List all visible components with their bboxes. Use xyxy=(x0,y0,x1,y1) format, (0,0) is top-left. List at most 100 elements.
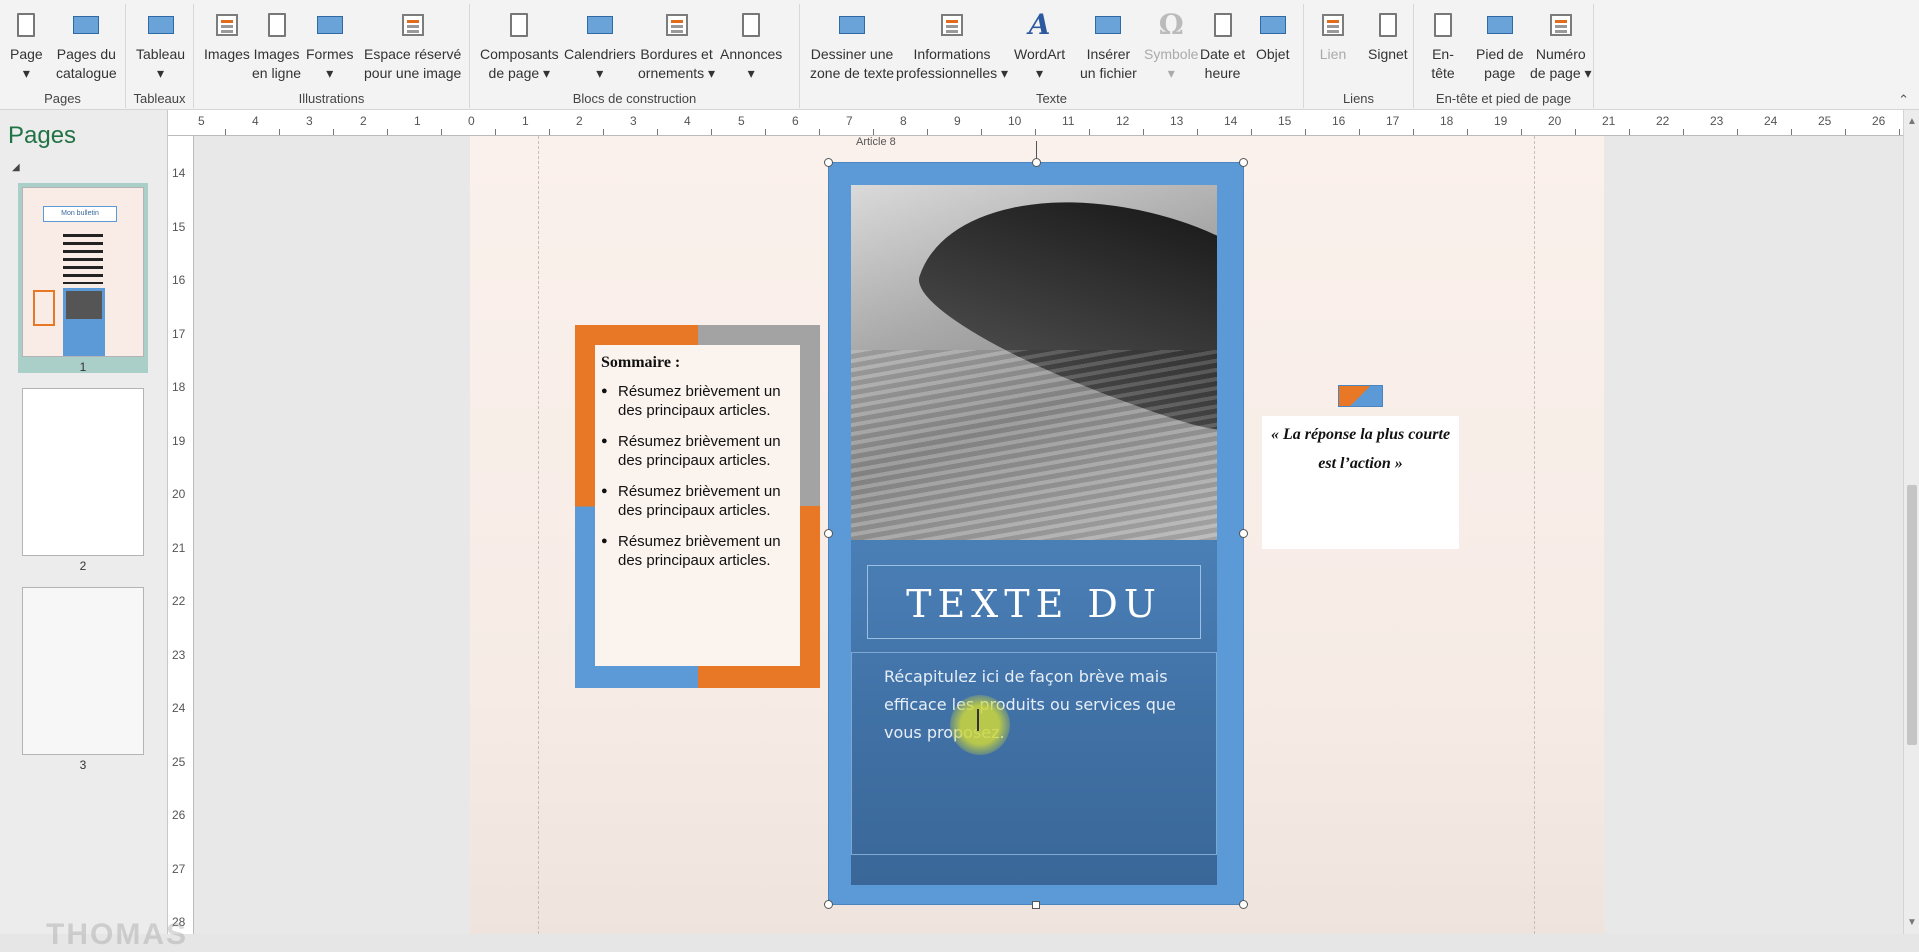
desert-dune-photo[interactable] xyxy=(851,185,1217,540)
scroll-up-icon[interactable]: ▲ xyxy=(1907,116,1917,127)
online-images-button[interactable]: Images en ligne xyxy=(252,10,301,83)
images-button[interactable]: Images xyxy=(204,10,250,64)
resize-handle[interactable] xyxy=(1032,901,1040,909)
article-title-box[interactable]: TEXTE DU xyxy=(867,565,1201,639)
scroll-down-icon[interactable]: ▼ xyxy=(1907,917,1917,928)
ads-icon xyxy=(736,10,766,40)
thumb-text-lines xyxy=(63,234,103,284)
ruler-tick-label: 18 xyxy=(1440,114,1454,128)
link-icon xyxy=(1318,10,1348,40)
pages-panel: Pages ◢ Mon bulletin 1 2 3 xyxy=(0,110,168,934)
ruler-tick-label: 16 xyxy=(172,273,186,287)
ruler-tick xyxy=(819,129,820,135)
borders-icon xyxy=(662,10,692,40)
ribbon-button-label: Images xyxy=(204,46,250,62)
resize-handle[interactable] xyxy=(824,529,833,538)
summary-sidebar[interactable]: Sommaire : Résumez brièvement un des pri… xyxy=(595,345,800,666)
ribbon-button-sublabel: de page ▾ xyxy=(1530,65,1592,81)
resize-handle[interactable] xyxy=(824,900,833,909)
ruler-tick xyxy=(1467,129,1468,135)
text-box-button[interactable]: Dessiner une zone de texte xyxy=(810,10,894,83)
symbol-button[interactable]: Ω Symbole ▾ xyxy=(1144,10,1198,83)
page-thumb-2[interactable] xyxy=(22,388,144,556)
business-info-button[interactable]: Informations professionnelles ▾ xyxy=(896,10,1008,83)
ruler-tick-label: 23 xyxy=(1710,114,1724,128)
page-button[interactable]: Page ▾ xyxy=(10,10,43,83)
link-button[interactable]: Lien xyxy=(1318,10,1348,64)
page-thumb-1[interactable]: Mon bulletin xyxy=(22,187,144,357)
ruler-tick-label: 14 xyxy=(172,166,186,180)
ruler-tick xyxy=(1737,129,1738,135)
bookmark-button[interactable]: Signet xyxy=(1368,10,1408,64)
collapse-triangle-icon[interactable]: ◢ xyxy=(12,162,20,173)
ruler-tick xyxy=(1899,129,1900,135)
summary-item: Résumez brièvement un des principaux art… xyxy=(601,382,794,420)
watermark: THOMAS xyxy=(46,918,188,951)
ribbon-button-label: Numéro xyxy=(1535,46,1586,62)
resize-handle[interactable] xyxy=(1239,158,1248,167)
ribbon-button-sublabel: ▾ xyxy=(1167,65,1175,81)
ribbon-button-sublabel: ▾ xyxy=(326,65,334,81)
summary-sidebar-frame[interactable]: Sommaire : Résumez brièvement un des pri… xyxy=(575,325,820,688)
collapse-ribbon-icon[interactable]: ⌃ xyxy=(1898,92,1909,108)
ruler-tick-label: 15 xyxy=(1278,114,1292,128)
header-button[interactable]: En-tête xyxy=(1428,10,1458,83)
resize-handle[interactable] xyxy=(1032,158,1041,167)
page-parts-icon xyxy=(504,10,534,40)
image-placeholder-button[interactable]: Espace réservé pour une image xyxy=(364,10,461,83)
ribbon-button-sublabel: pour une image xyxy=(364,65,462,81)
ribbon-button-label: Informations xyxy=(913,46,991,62)
thumb-article xyxy=(63,288,105,356)
insert-file-button[interactable]: Insérer un fichier xyxy=(1080,10,1137,83)
shapes-button[interactable]: Formes ▾ xyxy=(306,10,353,83)
ruler-tick xyxy=(711,129,712,135)
resize-handle[interactable] xyxy=(1239,900,1248,909)
catalog-pages-button[interactable]: Pages du catalogue xyxy=(56,10,117,83)
ruler-tick-label: 5 xyxy=(738,114,745,128)
page-number-button[interactable]: Numéro de page ▾ xyxy=(1530,10,1592,83)
ruler-tick xyxy=(1143,129,1144,135)
resize-handle[interactable] xyxy=(1239,529,1248,538)
date-time-button[interactable]: Date et heure xyxy=(1200,10,1245,83)
ribbon-button-sublabel: catalogue xyxy=(56,65,117,81)
resize-handle[interactable] xyxy=(824,158,833,167)
ruler-tick xyxy=(225,129,226,135)
thumb-title: Mon bulletin xyxy=(43,206,117,222)
ads-button[interactable]: Annonces ▾ xyxy=(720,10,782,83)
ribbon-group-label: Tableaux xyxy=(133,91,186,106)
shapes-icon xyxy=(315,10,345,40)
borders-button[interactable]: Bordures et ornements ▾ xyxy=(638,10,715,83)
page-number-icon xyxy=(1546,10,1576,40)
article-body-textbox[interactable]: Récapitulez ici de façon brève mais effi… xyxy=(851,652,1217,855)
pages-panel-title: Pages xyxy=(8,122,77,149)
text-box-icon xyxy=(837,10,867,40)
page-number-3: 3 xyxy=(79,758,87,772)
calendar-button[interactable]: Calendriers ▾ xyxy=(564,10,636,83)
ribbon-button-sublabel: ▾ xyxy=(1036,65,1044,81)
scroll-thumb[interactable] xyxy=(1907,485,1917,745)
header-icon xyxy=(1428,10,1458,40)
pull-quote-box[interactable]: « La réponse la plus courte est l’action… xyxy=(1262,416,1459,549)
horizontal-ruler[interactable]: 5 4 3 2 1 0 1 2 3 4 5 6 7 8 9 10 11 12 13 14 15 16 17 18 19 20 21 2… xyxy=(168,110,1903,136)
vertical-scrollbar[interactable]: ▲ ▼ xyxy=(1903,110,1919,934)
page-parts-button[interactable]: Composants de page ▾ xyxy=(480,10,559,83)
vertical-ruler[interactable]: 14 15 16 17 18 19 20 21 22 23 24 25 26 27 28 xyxy=(168,136,194,934)
article-block[interactable]: TEXTE DU Récapitulez ici de façon brève … xyxy=(824,141,1248,909)
ruler-tick-label: 27 xyxy=(172,861,186,876)
ruler-tick-label: 2 xyxy=(576,114,583,128)
ribbon-button-label: Insérer xyxy=(1086,46,1131,62)
symbol-icon: Ω xyxy=(1158,8,1184,41)
ruler-tick-label: 20 xyxy=(1548,114,1562,128)
ribbon-group-3: Composants de page ▾ Calendriers ▾ Bordures … xyxy=(470,4,800,108)
table-button[interactable]: Tableau ▾ xyxy=(136,10,185,83)
summary-item: Résumez brièvement un des principaux art… xyxy=(601,532,794,570)
page-thumb-3[interactable] xyxy=(22,587,144,755)
ruler-tick-label: 24 xyxy=(1764,114,1778,128)
ruler-tick xyxy=(981,129,982,135)
wordart-button[interactable]: A WordArt ▾ xyxy=(1014,10,1065,83)
object-button[interactable]: Objet xyxy=(1256,10,1289,64)
quote-accent-shape[interactable] xyxy=(1338,385,1383,407)
ruler-tick-label: 15 xyxy=(172,219,186,234)
summary-item: Résumez brièvement un des principaux art… xyxy=(601,482,794,520)
footer-button[interactable]: Pied de page xyxy=(1476,10,1523,83)
